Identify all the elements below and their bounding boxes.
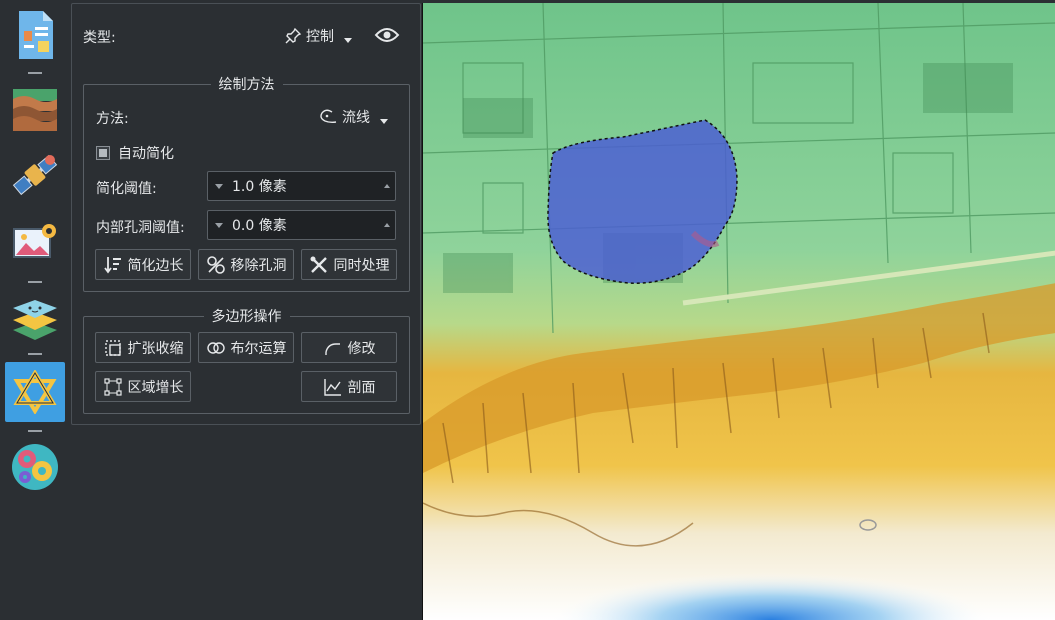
tool-rail (0, 0, 70, 620)
method-value: 流线 (342, 110, 370, 126)
image-settings-icon[interactable] (5, 214, 65, 274)
terrain-map[interactable] (423, 3, 1055, 620)
spin-up-icon[interactable] (379, 184, 395, 188)
satellite-icon[interactable] (5, 145, 65, 205)
tools-icon (310, 256, 327, 273)
sort-down-icon (103, 256, 121, 273)
process-both-label: 同时处理 (333, 257, 390, 274)
auto-simplify-label: 自动简化 (118, 146, 174, 162)
boolean-op-label: 布尔运算 (230, 340, 287, 357)
hole-threshold-label: 内部孔洞阈值: (96, 220, 185, 236)
star-of-david-icon[interactable] (5, 362, 65, 422)
simplify-edges-button[interactable]: 简化边长 (95, 249, 191, 280)
hole-threshold-value[interactable]: 0.0 像素 (230, 215, 379, 235)
chevron-down-icon (344, 37, 352, 43)
modify-button[interactable]: 修改 (301, 332, 397, 363)
streamline-icon (320, 109, 337, 124)
hole-threshold-spinbox[interactable]: 0.0 像素 (207, 210, 396, 240)
type-value: 控制 (306, 29, 334, 45)
remove-holes-button[interactable]: 移除孔洞 (198, 249, 294, 280)
expand-shrink-label: 扩张收缩 (127, 340, 184, 357)
simplify-threshold-label: 简化阈值: (96, 181, 157, 197)
profile-button[interactable]: 剖面 (301, 371, 397, 402)
gears-icon[interactable] (5, 437, 65, 497)
terrain-layers-icon[interactable] (5, 80, 65, 140)
remove-holes-label: 移除孔洞 (230, 257, 287, 274)
simplify-threshold-spinbox[interactable]: 1.0 像素 (207, 171, 396, 201)
spin-up-icon[interactable] (379, 223, 395, 227)
method-dropdown[interactable]: 流线 (318, 107, 388, 127)
pin-icon (285, 27, 302, 44)
patch-icon (206, 255, 225, 274)
chevron-down-icon (380, 118, 388, 124)
boolean-icon (206, 341, 225, 354)
spin-down-icon[interactable] (208, 184, 230, 189)
checkbox-box[interactable] (96, 146, 110, 160)
spin-down-icon[interactable] (208, 223, 230, 228)
polygon-ops-title: 多边形操作 (211, 309, 282, 325)
layers-icon[interactable] (5, 288, 65, 348)
region-grow-icon (103, 377, 122, 396)
expand-icon (104, 339, 121, 356)
method-label: 方法: (96, 111, 129, 127)
draw-method-title: 绘制方法 (218, 77, 275, 93)
boolean-op-button[interactable]: 布尔运算 (198, 332, 294, 363)
type-label: 类型: (83, 30, 116, 46)
expand-shrink-button[interactable]: 扩张收缩 (95, 332, 191, 363)
process-both-button[interactable]: 同时处理 (301, 249, 397, 280)
document-icon[interactable] (5, 5, 65, 65)
control-panel: 类型: 控制 绘制方法 方法: 流线 自动简化 简化阈值: 1.0 像素 内部孔… (71, 3, 421, 425)
simplify-edges-label: 简化边长 (127, 257, 184, 274)
auto-simplify-checkbox[interactable]: 自动简化 (96, 143, 174, 163)
region-grow-label: 区域增长 (127, 379, 184, 396)
region-grow-button[interactable]: 区域增长 (95, 371, 191, 402)
type-dropdown[interactable]: 控制 (284, 26, 352, 46)
eye-icon[interactable] (374, 25, 400, 49)
modify-label: 修改 (347, 340, 376, 357)
simplify-threshold-value[interactable]: 1.0 像素 (230, 176, 379, 196)
profile-label: 剖面 (347, 379, 376, 396)
profile-chart-icon (323, 378, 341, 396)
map-viewport[interactable] (422, 3, 1055, 620)
edit-curve-icon (324, 342, 340, 355)
